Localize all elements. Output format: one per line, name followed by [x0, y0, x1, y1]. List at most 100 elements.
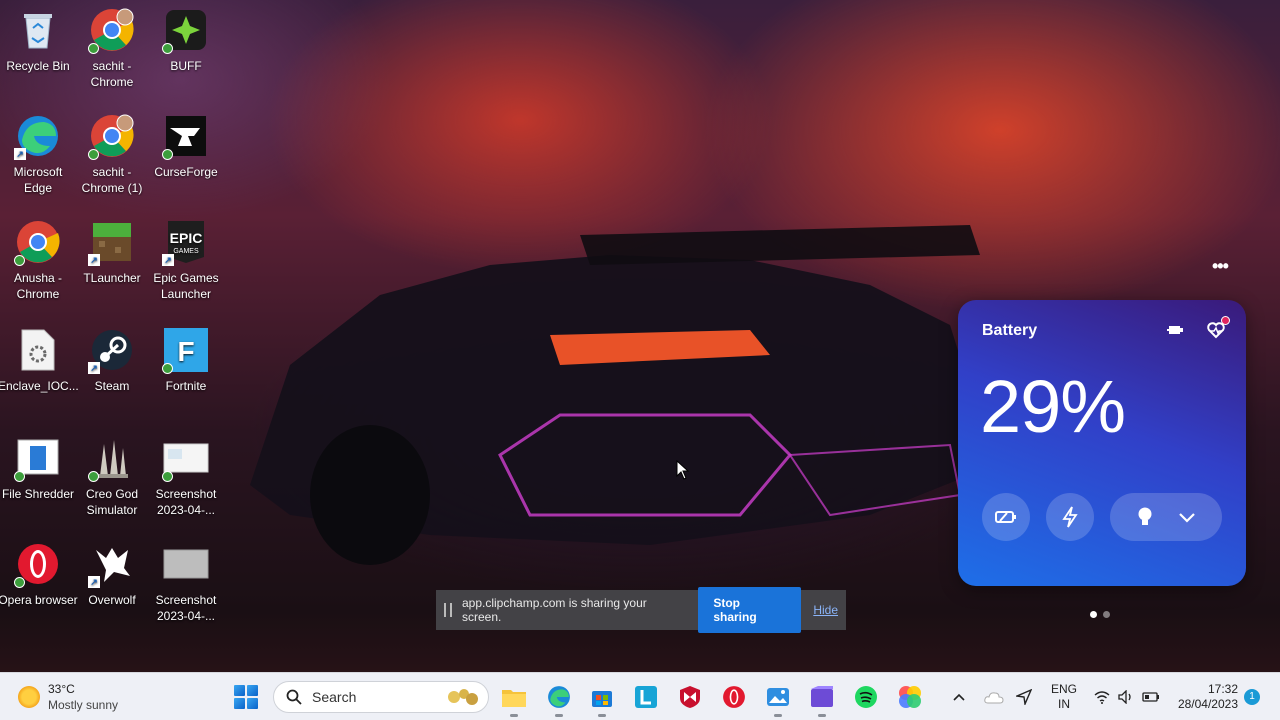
- desktop-icon-screenshot-1[interactable]: Screenshot 2023-04-...: [148, 430, 224, 530]
- shortcut-arrow-icon: ↗: [162, 254, 174, 266]
- brightness-dropdown-button[interactable]: [1110, 493, 1222, 541]
- desktop-icon-steam[interactable]: ↗ Steam: [74, 322, 150, 422]
- desktop-icon-opera-browser[interactable]: Opera browser: [0, 536, 78, 636]
- file-explorer-icon[interactable]: [500, 683, 528, 717]
- sunny-icon: [18, 686, 40, 708]
- desktop-icon-curseforge[interactable]: CurseForge: [148, 108, 224, 208]
- clock-date: 28/04/2023: [1177, 697, 1238, 711]
- notification-badge[interactable]: 1: [1244, 689, 1260, 705]
- show-hidden-icons-button[interactable]: [952, 673, 966, 720]
- sync-check-icon: [162, 149, 173, 160]
- start-button[interactable]: [234, 685, 258, 709]
- desktop-icon-screenshot-2[interactable]: Screenshot 2023-04-...: [148, 536, 224, 636]
- opera-icon[interactable]: [720, 683, 748, 711]
- overwolf-icon: ↗: [88, 540, 136, 588]
- weather-condition: Mostly sunny: [48, 698, 119, 712]
- desktop-icon-sachit-chrome[interactable]: sachit - Chrome: [74, 2, 150, 102]
- sync-check-icon: [14, 255, 25, 266]
- desktop-icon-overwolf[interactable]: ↗ Overwolf: [74, 536, 150, 636]
- drag-handle-icon[interactable]: [444, 603, 452, 617]
- battery-health-icon[interactable]: [1206, 316, 1230, 340]
- onedrive-icon[interactable]: [984, 673, 1004, 720]
- desktop-icon-fortnite[interactable]: F Fortnite: [148, 322, 224, 422]
- screen-sharing-bar: app.clipchamp.com is sharing your screen…: [436, 587, 846, 633]
- curseforge-icon: [162, 112, 210, 160]
- image-file-icon: [162, 434, 210, 482]
- alert-dot: [1221, 316, 1230, 325]
- edge-icon: ↗: [14, 112, 62, 160]
- page-dot-active[interactable]: [1090, 611, 1097, 618]
- wifi-icon: [1094, 691, 1110, 704]
- battery-plug-icon[interactable]: [1166, 320, 1186, 340]
- search-icon: [286, 689, 302, 705]
- language-code: ENG: [1051, 682, 1078, 696]
- weather-widget[interactable]: 33°C Mostly sunny: [18, 681, 118, 713]
- steam-icon: ↗: [88, 326, 136, 374]
- edge-icon[interactable]: [545, 683, 573, 717]
- weather-temperature: 33°C: [48, 682, 75, 696]
- sync-check-icon: [162, 471, 173, 482]
- taskbar-search[interactable]: Search: [273, 681, 489, 713]
- shortcut-arrow-icon: ↗: [88, 362, 100, 374]
- input-language-button[interactable]: ENG IN: [1051, 682, 1077, 712]
- desktop-icon-creo-god-simulator[interactable]: Creo God Simulator: [74, 430, 150, 530]
- spotify-icon[interactable]: [852, 683, 880, 711]
- clock-time: 17:32: [1207, 682, 1238, 696]
- battery-saver-icon: [995, 511, 1016, 523]
- svg-text:F: F: [177, 336, 194, 367]
- chevron-up-icon: [953, 693, 965, 701]
- sync-check-icon: [162, 43, 173, 54]
- windows-logo-icon: [234, 685, 245, 696]
- buff-icon: [162, 6, 210, 54]
- desktop-icon-microsoft-edge[interactable]: ↗ Microsoft Edge: [0, 108, 76, 208]
- sync-check-icon: [88, 471, 99, 482]
- photos-icon[interactable]: [764, 683, 792, 717]
- desktop-icon-file-shredder[interactable]: File Shredder: [0, 430, 76, 530]
- clipchamp-icon[interactable]: [808, 683, 836, 717]
- shortcut-arrow-icon: ↗: [14, 148, 26, 160]
- chrome-icon: [88, 112, 136, 160]
- battery-icon: [1142, 692, 1159, 702]
- fortnite-icon: F: [162, 326, 210, 374]
- svg-text:EPIC: EPIC: [170, 230, 203, 246]
- opera-icon: [14, 540, 62, 588]
- desktop-icon-recycle-bin[interactable]: Recycle Bin: [0, 2, 76, 102]
- stop-sharing-button[interactable]: Stop sharing: [698, 587, 802, 633]
- color-app-icon[interactable]: [896, 683, 924, 711]
- file-shredder-icon: [14, 434, 62, 482]
- recycle-bin-icon: [14, 6, 62, 54]
- desktop-icon-enclave-ioc[interactable]: Enclave_IOC...: [0, 322, 78, 422]
- quick-settings-button[interactable]: [1094, 673, 1160, 720]
- hide-link[interactable]: Hide: [813, 603, 838, 617]
- battery-saver-button[interactable]: [982, 493, 1030, 541]
- file-settings-icon: [14, 326, 62, 374]
- battery-percentage: 29%: [980, 365, 1126, 448]
- desktop-icon-buff[interactable]: BUFF: [148, 2, 224, 102]
- clock-button[interactable]: 17:32 28/04/2023: [1172, 682, 1238, 712]
- page-dot[interactable]: [1103, 611, 1110, 618]
- sync-check-icon: [88, 43, 99, 54]
- desktop-icon-sachit-chrome-1[interactable]: sachit - Chrome (1): [74, 108, 150, 208]
- mcafee-icon[interactable]: [676, 683, 704, 711]
- desktop-icon-epic-games-launcher[interactable]: EPIC GAMES ↗ Epic Games Launcher: [148, 214, 224, 314]
- microsoft-store-icon[interactable]: [588, 683, 616, 717]
- desktop-icon-tlauncher[interactable]: ↗ TLauncher: [74, 214, 150, 314]
- widget-page-indicator: [1090, 611, 1110, 618]
- sync-check-icon: [14, 471, 25, 482]
- mouse-cursor-icon: [676, 460, 690, 480]
- widget-more-button[interactable]: •••: [1212, 256, 1229, 277]
- shortcut-arrow-icon: ↗: [88, 576, 100, 588]
- l-app-icon[interactable]: [632, 683, 660, 711]
- lightning-icon: [1062, 506, 1078, 528]
- region-code: IN: [1058, 697, 1070, 711]
- image-file-icon: [162, 540, 210, 588]
- battery-title: Battery: [982, 322, 1038, 339]
- location-icon[interactable]: [1016, 673, 1032, 720]
- chevron-down-icon: [1178, 513, 1195, 523]
- creo-god-simulator-icon: [88, 434, 136, 482]
- desktop-icon-anusha-chrome[interactable]: Anusha - Chrome: [0, 214, 76, 314]
- taskbar: 33°C Mostly sunny Search ENG IN 17:32 28…: [0, 672, 1280, 720]
- sync-check-icon: [14, 577, 25, 588]
- power-mode-button[interactable]: [1046, 493, 1094, 541]
- sync-check-icon: [162, 363, 173, 374]
